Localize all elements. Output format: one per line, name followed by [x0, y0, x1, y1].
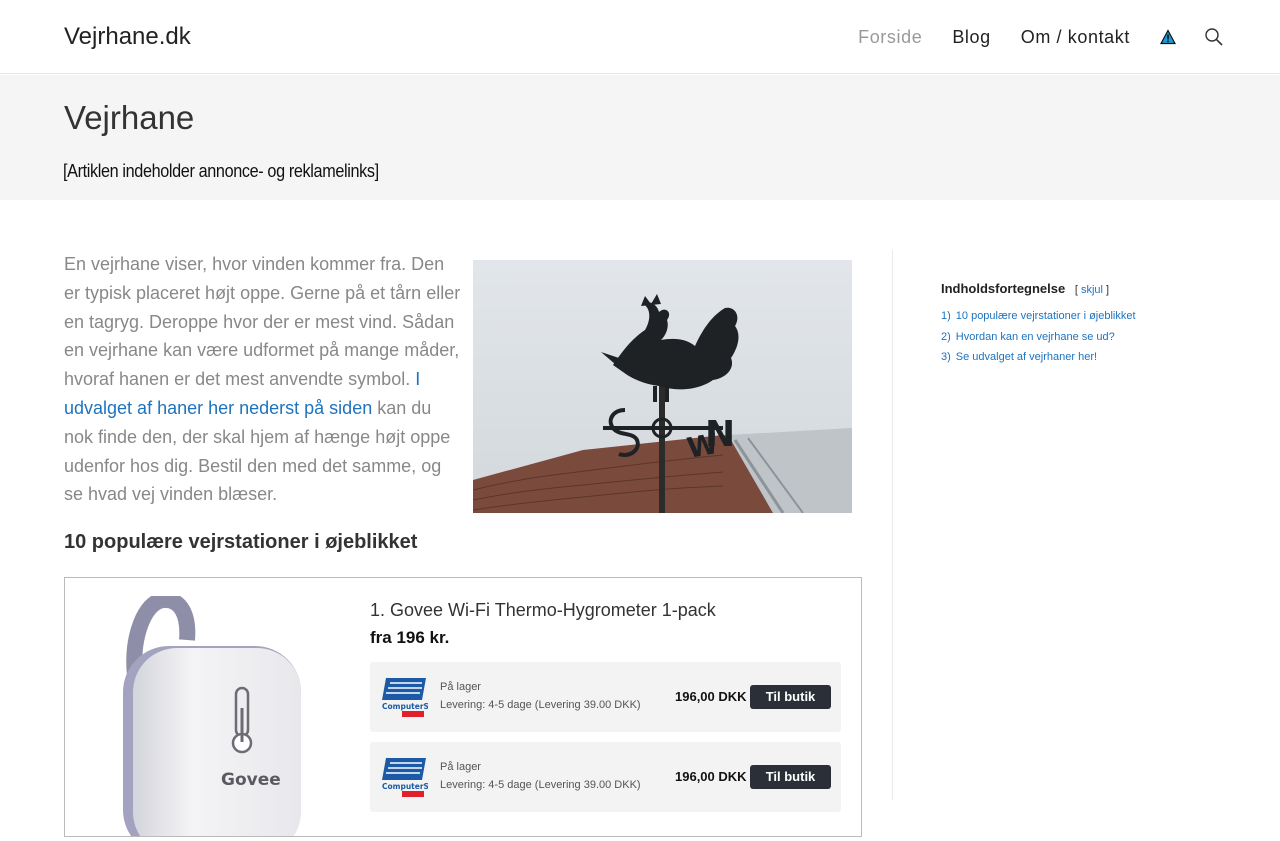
offer-price: 196,00 DKK [675, 689, 747, 704]
offer-price: 196,00 DKK [675, 769, 747, 784]
toc-hide-link[interactable]: skjul [1081, 284, 1103, 296]
toc-item[interactable]: 3) Se udvalget af vejrhaner her! [941, 347, 1221, 368]
til-butik-button[interactable]: Til butik [750, 765, 831, 789]
toc-header: Indholdsfortegnelse [ skjul ] [941, 281, 1221, 296]
product-card: Govee 1. Govee Wi-Fi Thermo-Hygrometer 1… [64, 577, 862, 841]
product-image[interactable]: Govee [105, 591, 305, 841]
toc-item[interactable]: 2) Hvordan kan en vejrhane se ud? [941, 327, 1221, 348]
nav-item-om-kontakt[interactable]: Om / kontakt [1021, 27, 1130, 48]
til-butik-button[interactable]: Til butik [750, 685, 831, 709]
toc-item-link[interactable]: Hvordan kan en vejrhane se ud? [956, 331, 1115, 343]
ad-disclaimer: [Artiklen indeholder annonce- og reklame… [63, 161, 379, 181]
toc-item-number: 3) [941, 351, 951, 363]
product-price: fra 196 kr. [370, 628, 450, 647]
offer-row: ComputerSalg På lager Levering: 4-5 dage… [370, 662, 841, 732]
shipping-info: Levering: 4-5 dage (Levering 39.00 DKK) [440, 779, 641, 791]
stock-status: På lager [440, 761, 481, 773]
govee-logo-text: Govee [221, 770, 281, 790]
main-nav: Forside Blog Om / kontakt [828, 0, 1224, 74]
title-band: Vejrhane [Artiklen indeholder annonce- o… [0, 75, 1280, 200]
svg-text:ComputerSalg: ComputerSalg [382, 702, 428, 711]
main-content: En vejrhane viser, hvor vinden kommer fr… [64, 250, 862, 841]
toc-item-link[interactable]: 10 populære vejrstationer i øjeblikket [956, 310, 1136, 322]
toc-toggle: [ skjul ] [1074, 284, 1110, 296]
weathervane-image: N W [473, 260, 852, 513]
product-name[interactable]: 1. Govee Wi-Fi Thermo-Hygrometer 1-pack [370, 600, 716, 621]
svg-text:ComputerSalg: ComputerSalg [382, 782, 428, 791]
nav-item-blog[interactable]: Blog [952, 27, 990, 48]
intro-paragraph: En vejrhane viser, hvor vinden kommer fr… [64, 250, 464, 509]
offer-row: ComputerSalg På lager Levering: 4-5 dage… [370, 742, 841, 812]
stock-status: På lager [440, 681, 481, 693]
toc-item-number: 1) [941, 310, 951, 322]
sidebar-divider [892, 250, 893, 800]
letter-w-label: W [684, 427, 720, 465]
toc-item[interactable]: 1) 10 populære vejrstationer i øjeblikket [941, 306, 1221, 327]
toc-item-link[interactable]: Se udvalget af vejrhaner her! [956, 351, 1097, 363]
computersalg-logo[interactable]: ComputerSalg [380, 754, 442, 800]
site-logo[interactable]: Vejrhane.dk [64, 23, 191, 51]
toc-item-number: 2) [941, 330, 951, 343]
computersalg-logo[interactable]: ComputerSalg [380, 674, 442, 720]
table-of-contents: Indholdsfortegnelse [ skjul ] 1) 10 popul… [941, 281, 1221, 368]
toc-list: 1) 10 populære vejrstationer i øjeblikket… [941, 306, 1221, 368]
section-heading: 10 populære vejrstationer i øjeblikket [64, 531, 418, 553]
intro-text-before: En vejrhane viser, hvor vinden kommer fr… [64, 254, 461, 390]
toc-title: Indholdsfortegnelse [941, 281, 1066, 296]
page-title: Vejrhane [64, 99, 195, 136]
shipping-info: Levering: 4-5 dage (Levering 39.00 DKK) [440, 699, 641, 711]
site-header: Vejrhane.dk Forside Blog Om / kontakt [0, 0, 1280, 74]
warning-icon[interactable] [1159, 29, 1177, 45]
search-icon[interactable] [1204, 27, 1224, 47]
nav-item-forside[interactable]: Forside [858, 27, 922, 48]
intro-section: En vejrhane viser, hvor vinden kommer fr… [64, 250, 862, 513]
